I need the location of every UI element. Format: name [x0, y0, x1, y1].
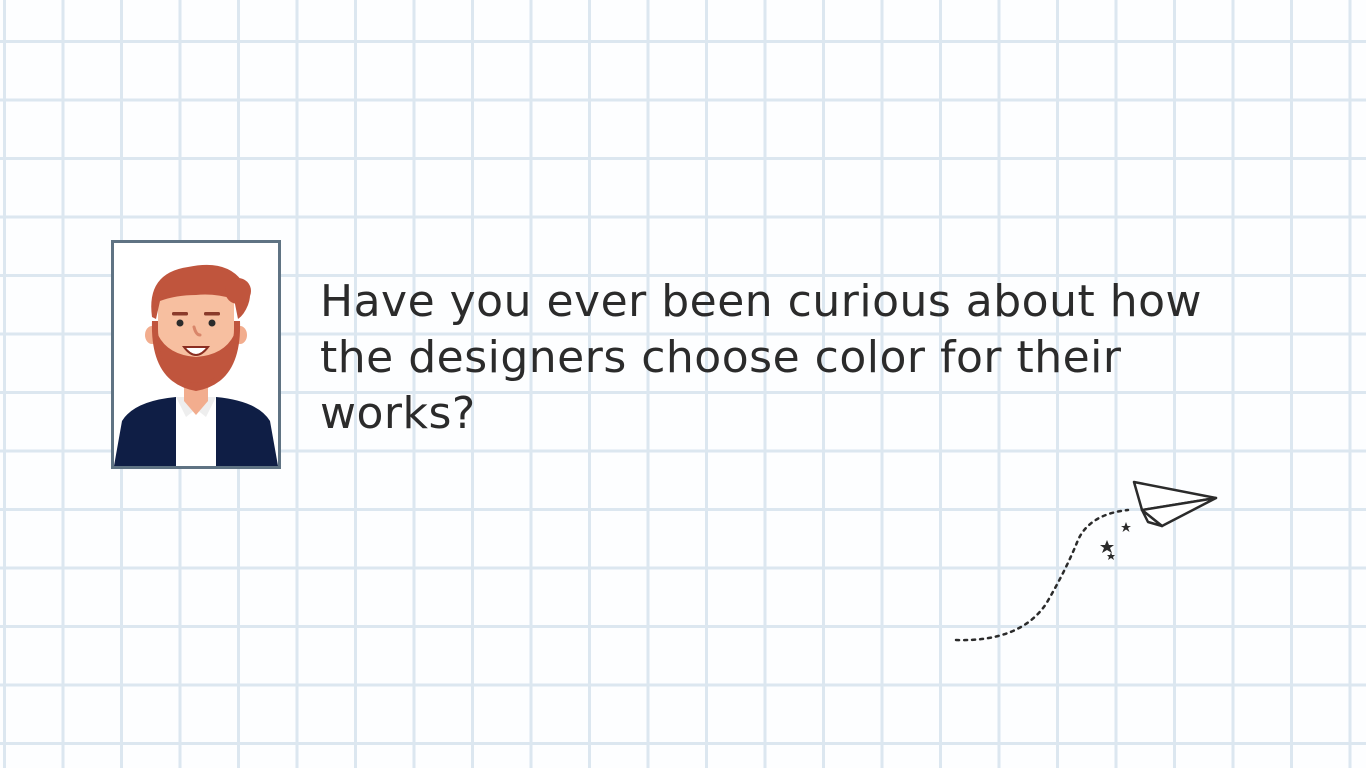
person-avatar-icon — [114, 264, 278, 466]
headline-text: Have you ever been curious about how the… — [320, 276, 1203, 439]
paper-plane-icon — [954, 480, 1218, 642]
slide: Have you ever been curious about how the… — [0, 0, 1366, 768]
avatar-portrait — [111, 240, 281, 469]
